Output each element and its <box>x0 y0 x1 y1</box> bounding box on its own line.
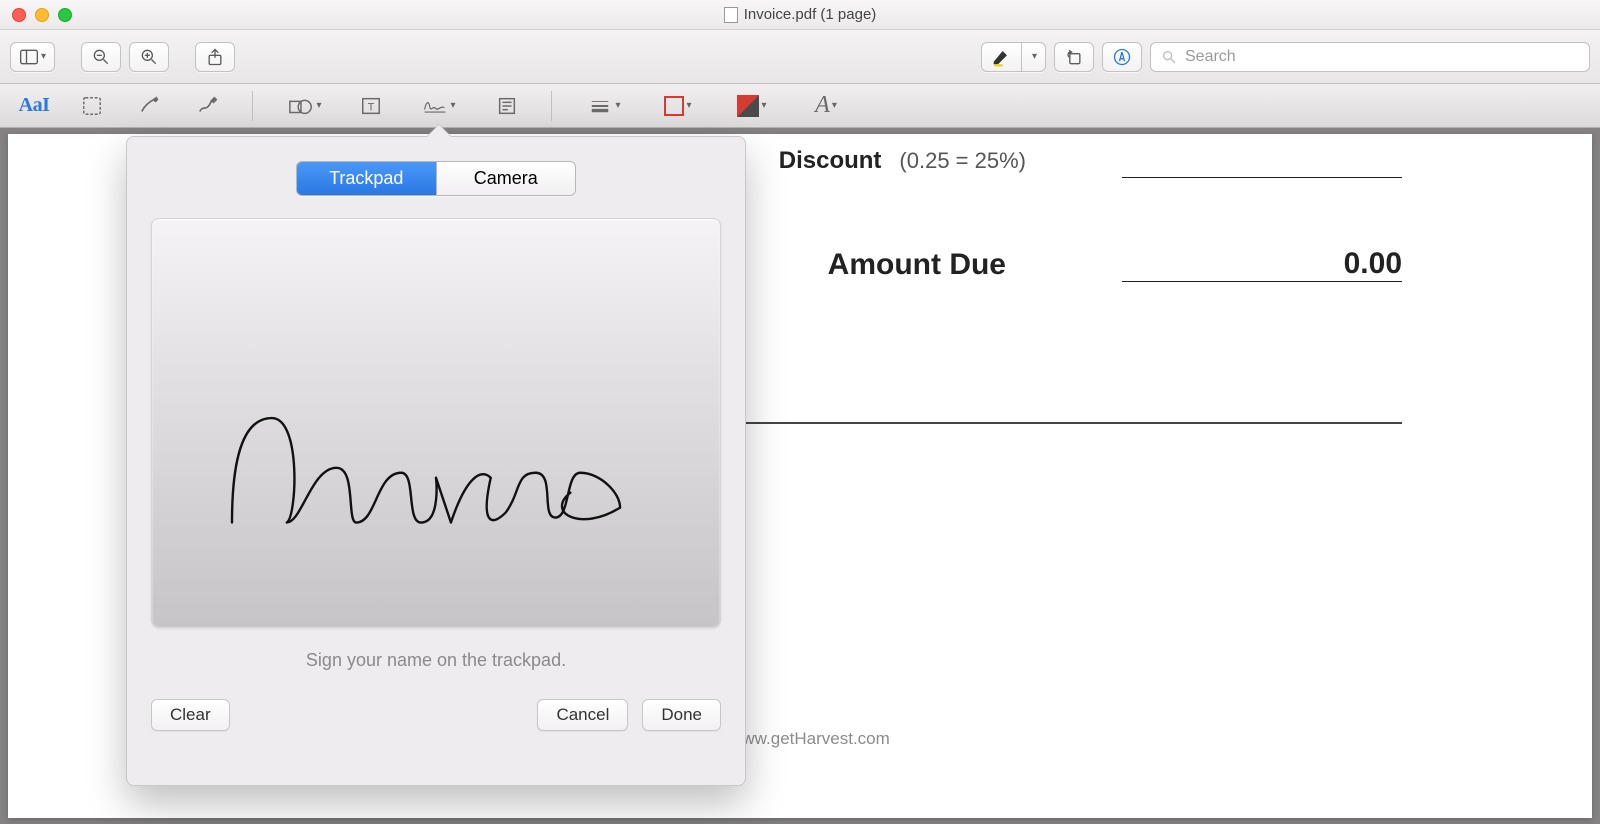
signature-trackpad-area[interactable] <box>151 218 721 628</box>
signature-button[interactable]: ▾ <box>409 91 469 121</box>
chevron-down-icon: ▾ <box>761 100 766 111</box>
signature-source-segmented: Trackpad Camera <box>296 161 576 196</box>
done-button[interactable]: Done <box>642 699 721 731</box>
search-icon <box>1161 49 1177 65</box>
chevron-down-icon: ▾ <box>832 100 837 111</box>
markup-toggle-button[interactable] <box>1102 42 1142 72</box>
zoom-out-button[interactable] <box>81 42 121 72</box>
shapes-button[interactable]: ▾ <box>277 91 333 121</box>
highlight-dropdown-button[interactable]: ▾ <box>1021 42 1046 72</box>
discount-label: Discount <box>779 147 882 175</box>
font-style-button[interactable]: A ▾ <box>798 91 854 121</box>
chevron-down-icon: ▾ <box>316 100 321 111</box>
search-field[interactable]: Search <box>1150 42 1590 72</box>
amount-due-line: 0.00 <box>1122 248 1402 282</box>
footer-note: s at www.getHarvest.com <box>698 729 1532 749</box>
amount-due-value: 0.00 <box>1344 247 1402 281</box>
highlight-button[interactable] <box>981 42 1021 72</box>
chevron-down-icon: ▾ <box>450 100 455 111</box>
clear-button[interactable]: Clear <box>151 699 230 731</box>
document-icon <box>724 7 738 23</box>
titlebar: Invoice.pdf (1 page) <box>0 0 1600 30</box>
chevron-down-icon: ▾ <box>686 100 691 111</box>
chevron-down-icon: ▾ <box>615 100 620 111</box>
sidebar-toggle-button[interactable]: ▾ <box>10 42 55 72</box>
discount-hint: (0.25 = 25%) <box>899 148 1026 174</box>
fill-color-button[interactable]: ▾ <box>724 91 780 121</box>
divider <box>252 91 253 121</box>
window-title-pages: (1 page) <box>820 6 876 23</box>
divider <box>551 91 552 121</box>
traffic-lights <box>0 8 84 22</box>
note-button[interactable] <box>487 91 527 121</box>
stroke-color-swatch-icon <box>664 96 684 116</box>
search-placeholder: Search <box>1185 48 1236 66</box>
signature-popover: Trackpad Camera Sign your name on the tr… <box>126 136 746 786</box>
line-style-button[interactable]: ▾ <box>576 91 632 121</box>
window-title: Invoice.pdf (1 page) <box>0 6 1600 23</box>
window-minimize-button[interactable] <box>35 8 49 22</box>
discount-value-line <box>1122 144 1402 178</box>
window-close-button[interactable] <box>12 8 26 22</box>
draw-tool-button[interactable] <box>188 91 228 121</box>
zoom-in-button[interactable] <box>129 42 169 72</box>
share-button[interactable] <box>195 42 235 72</box>
signature-instruction: Sign your name on the trackpad. <box>151 650 721 671</box>
stroke-color-button[interactable]: ▾ <box>650 91 706 121</box>
window-title-name: Invoice.pdf <box>744 6 817 23</box>
cancel-button[interactable]: Cancel <box>537 699 628 731</box>
sketch-tool-button[interactable] <box>130 91 170 121</box>
fill-color-swatch-icon <box>737 95 759 117</box>
amount-due-label: Amount Due <box>828 248 1006 282</box>
main-toolbar: ▾ ▾ <box>0 30 1600 84</box>
svg-text:T: T <box>368 101 375 113</box>
chevron-down-icon: ▾ <box>1032 51 1037 62</box>
text-box-button[interactable]: T <box>351 91 391 121</box>
selection-tool-button[interactable] <box>72 91 112 121</box>
chevron-down-icon: ▾ <box>41 51 46 62</box>
tab-camera[interactable]: Camera <box>436 162 576 195</box>
text-style-label: AaI <box>19 94 50 117</box>
markup-toolbar: AaI ▾ T ▾ <box>0 84 1600 128</box>
invoice-divider-line <box>708 422 1402 424</box>
window-zoom-button[interactable] <box>58 8 72 22</box>
rotate-button[interactable] <box>1054 42 1094 72</box>
tab-trackpad[interactable]: Trackpad <box>297 162 436 195</box>
text-style-button[interactable]: AaI <box>14 91 54 121</box>
